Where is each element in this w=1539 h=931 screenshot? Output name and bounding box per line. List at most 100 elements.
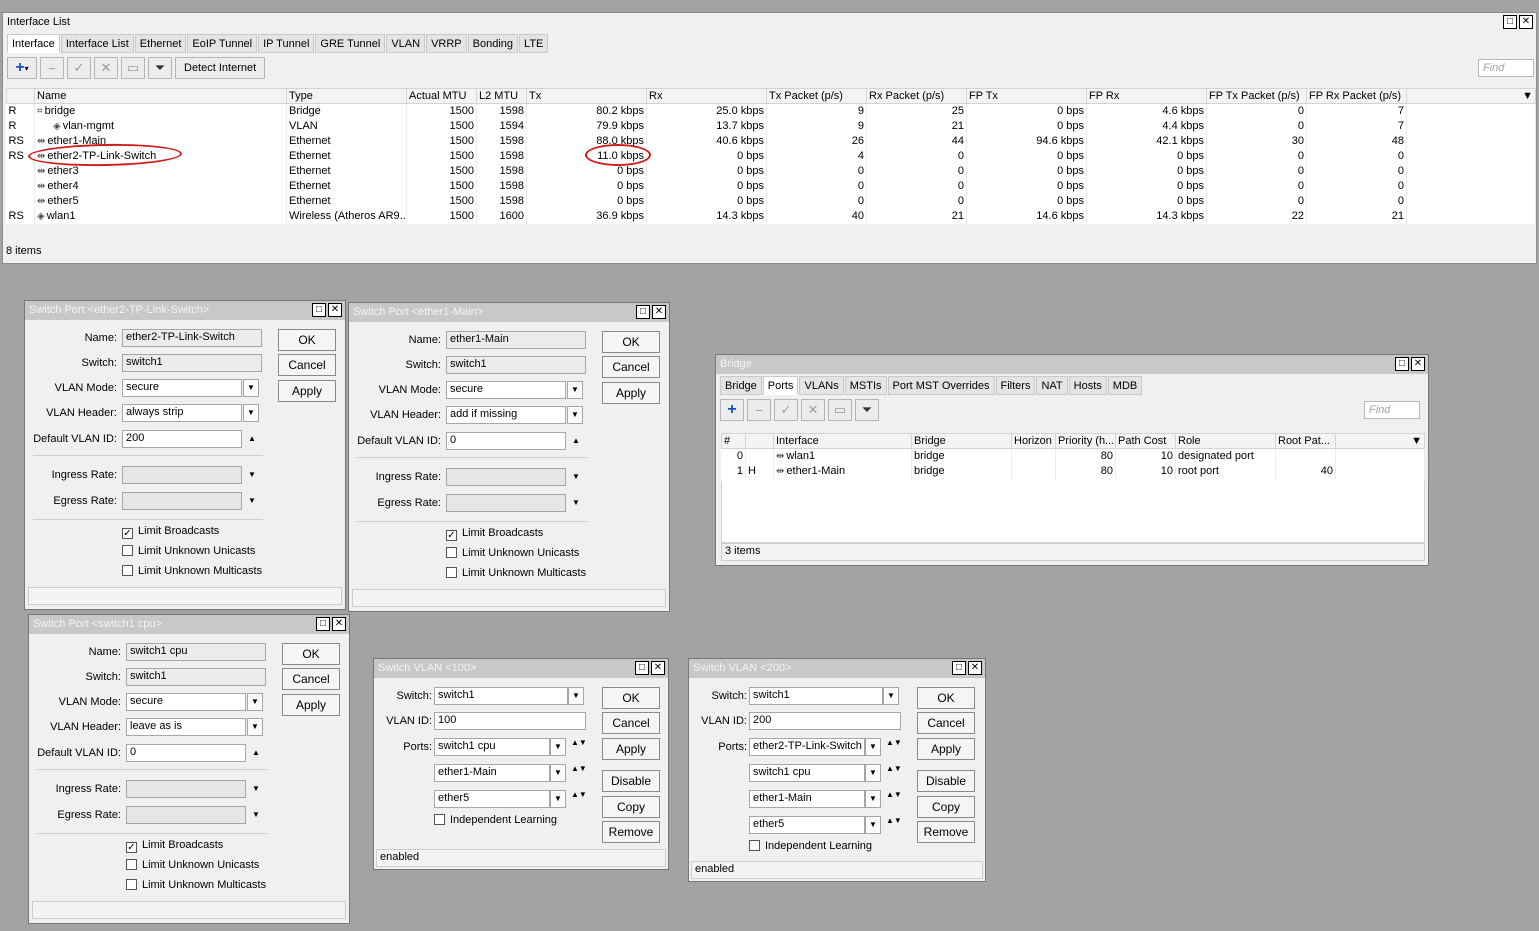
column-header[interactable]: FP Rx Packet (p/s)	[1306, 88, 1407, 104]
limit-unknown-multicasts-checkbox[interactable]: Limit Unknown Multicasts	[446, 567, 586, 579]
disable-button[interactable]: ✕	[801, 399, 825, 421]
reorder-icon[interactable]: ▲▼	[886, 765, 902, 773]
remove-button[interactable]: Remove	[917, 821, 975, 843]
port-select[interactable]: ether5	[749, 816, 865, 834]
maximize-icon[interactable]: □	[635, 661, 649, 675]
arrow-up-icon[interactable]: ▲	[251, 749, 261, 757]
column-header[interactable]: Bridge	[911, 433, 1012, 449]
limit-broadcasts-checkbox[interactable]: ✓ Limit Broadcasts	[122, 525, 219, 539]
column-header[interactable]: Tx Packet (p/s)	[766, 88, 867, 104]
arrow-down-icon[interactable]: ▼	[251, 785, 261, 793]
table-row[interactable]: 1 H ⇹ ether1-Main bridge 80 10 root port 40	[721, 463, 1425, 479]
vlan-id-field[interactable]: 200	[749, 712, 901, 730]
column-header[interactable]: FP Tx Packet (p/s)	[1206, 88, 1307, 104]
switch-select[interactable]: switch1	[749, 687, 883, 705]
comment-button[interactable]: ▭	[828, 399, 852, 421]
disable-button[interactable]: Disable	[917, 770, 975, 792]
close-icon[interactable]: ✕	[1411, 357, 1425, 371]
column-header[interactable]: Tx	[526, 88, 647, 104]
vlan-mode-select[interactable]: secure	[122, 379, 242, 397]
name-field[interactable]: ether1-Main	[446, 331, 586, 349]
table-row[interactable]: ⇹ ether5 Ethernet 1500 1598 0 bps 0 bps 0 0 0 bps…	[6, 193, 1536, 209]
reorder-icon[interactable]: ▲▼	[886, 791, 902, 799]
arrow-down-icon[interactable]: ▼	[571, 499, 581, 507]
find-input[interactable]: Find	[1478, 59, 1534, 77]
cancel-button[interactable]: Cancel	[602, 712, 660, 734]
maximize-icon[interactable]: □	[1395, 357, 1409, 371]
remove-button[interactable]: −	[40, 57, 64, 79]
disable-button[interactable]: ✕	[94, 57, 118, 79]
add-button[interactable]: +	[720, 399, 744, 421]
table-row[interactable]: R ⌗ bridge Bridge 1500 1598 80.2 kbps 25.0 kbps…	[6, 103, 1536, 119]
close-icon[interactable]: ✕	[968, 661, 982, 675]
arrow-down-icon[interactable]: ▼	[571, 473, 581, 481]
dropdown-arrow-icon[interactable]: ▼	[865, 816, 881, 834]
dropdown-arrow-icon[interactable]: ▼	[568, 687, 584, 705]
limit-broadcasts-checkbox[interactable]: ✓ Limit Broadcasts	[446, 527, 543, 541]
reorder-icon[interactable]: ▲▼	[571, 765, 587, 773]
tab-interface[interactable]: Interface	[7, 34, 60, 53]
column-header[interactable]: Path Cost	[1115, 433, 1176, 449]
table-row[interactable]: R ◈ vlan-mgmt VLAN 1500 1594 79.9 kbps 13.7 kbp…	[6, 118, 1536, 134]
ok-button[interactable]: OK	[278, 329, 336, 351]
tab-bonding[interactable]: Bonding	[467, 34, 519, 53]
column-header[interactable]: FP Rx	[1086, 88, 1207, 104]
name-field[interactable]: switch1 cpu	[126, 643, 266, 661]
port-select[interactable]: ether5	[434, 790, 550, 808]
reorder-icon[interactable]: ▲▼	[571, 739, 587, 747]
column-header[interactable]: L2 MTU	[476, 88, 527, 104]
dropdown-arrow-icon[interactable]: ▼	[865, 790, 881, 808]
switch-select[interactable]: switch1	[434, 687, 568, 705]
find-input[interactable]: Find	[1364, 401, 1420, 419]
reorder-icon[interactable]: ▲▼	[886, 817, 902, 825]
limit-unknown-unicasts-checkbox[interactable]: Limit Unknown Unicasts	[446, 547, 579, 559]
vlan-header-select[interactable]: always strip	[122, 404, 242, 422]
filter-button[interactable]: ⏷	[855, 399, 879, 421]
enable-button[interactable]: ✓	[67, 57, 91, 79]
vlan-header-select[interactable]: add if missing	[446, 406, 566, 424]
cancel-button[interactable]: Cancel	[278, 354, 336, 376]
vlan-mode-select[interactable]: secure	[126, 693, 246, 711]
reorder-icon[interactable]: ▲▼	[886, 739, 902, 747]
tab-eoip-tunnel[interactable]: EoIP Tunnel	[187, 34, 258, 53]
dropdown-arrow-icon[interactable]: ▼	[567, 406, 583, 424]
ingress-rate-field[interactable]	[126, 780, 246, 798]
tab-ports[interactable]: Ports	[762, 376, 799, 395]
switch-field[interactable]: switch1	[122, 354, 262, 372]
switch-field[interactable]: switch1	[126, 668, 266, 686]
arrow-up-icon[interactable]: ▲	[247, 435, 257, 443]
limit-unknown-multicasts-checkbox[interactable]: Limit Unknown Multicasts	[126, 879, 266, 891]
ingress-rate-field[interactable]	[122, 466, 242, 484]
limit-broadcasts-checkbox[interactable]: ✓ Limit Broadcasts	[126, 839, 223, 853]
tab-vlan[interactable]: VLAN	[386, 34, 426, 53]
close-icon[interactable]: ✕	[1519, 15, 1533, 29]
dropdown-arrow-icon[interactable]: ▼	[550, 738, 566, 756]
limit-unknown-unicasts-checkbox[interactable]: Limit Unknown Unicasts	[126, 859, 259, 871]
dropdown-arrow-icon[interactable]: ▼	[883, 687, 899, 705]
independent-learning-checkbox[interactable]: Independent Learning	[749, 840, 872, 852]
egress-rate-field[interactable]	[446, 494, 566, 512]
egress-rate-field[interactable]	[126, 806, 246, 824]
dropdown-arrow-icon[interactable]: ▼	[567, 381, 583, 399]
tab-gre-tunnel[interactable]: GRE Tunnel	[315, 34, 386, 53]
dropdown-arrow-icon[interactable]: ▼	[865, 764, 881, 782]
dropdown-arrow-icon[interactable]: ▼	[247, 693, 263, 711]
vlan-header-select[interactable]: leave as is	[126, 718, 246, 736]
tab-nat[interactable]: NAT	[1036, 376, 1068, 395]
maximize-icon[interactable]: □	[316, 617, 330, 631]
close-icon[interactable]: ✕	[328, 303, 342, 317]
tab-vlans[interactable]: VLANs	[799, 376, 844, 395]
tab-mstis[interactable]: MSTIs	[844, 376, 887, 395]
dropdown-arrow-icon[interactable]: ▼	[865, 738, 881, 756]
tab-hosts[interactable]: Hosts	[1068, 376, 1107, 395]
column-header-flags[interactable]	[745, 433, 774, 449]
column-header[interactable]: Type	[286, 88, 407, 104]
close-icon[interactable]: ✕	[651, 661, 665, 675]
column-header[interactable]: Name	[34, 88, 287, 104]
tab-ip-tunnel[interactable]: IP Tunnel	[258, 34, 315, 53]
apply-button[interactable]: Apply	[278, 380, 336, 402]
filter-button[interactable]: ⏷	[148, 57, 172, 79]
port-select[interactable]: switch1 cpu	[434, 738, 550, 756]
ingress-rate-field[interactable]	[446, 468, 566, 486]
maximize-icon[interactable]: □	[952, 661, 966, 675]
